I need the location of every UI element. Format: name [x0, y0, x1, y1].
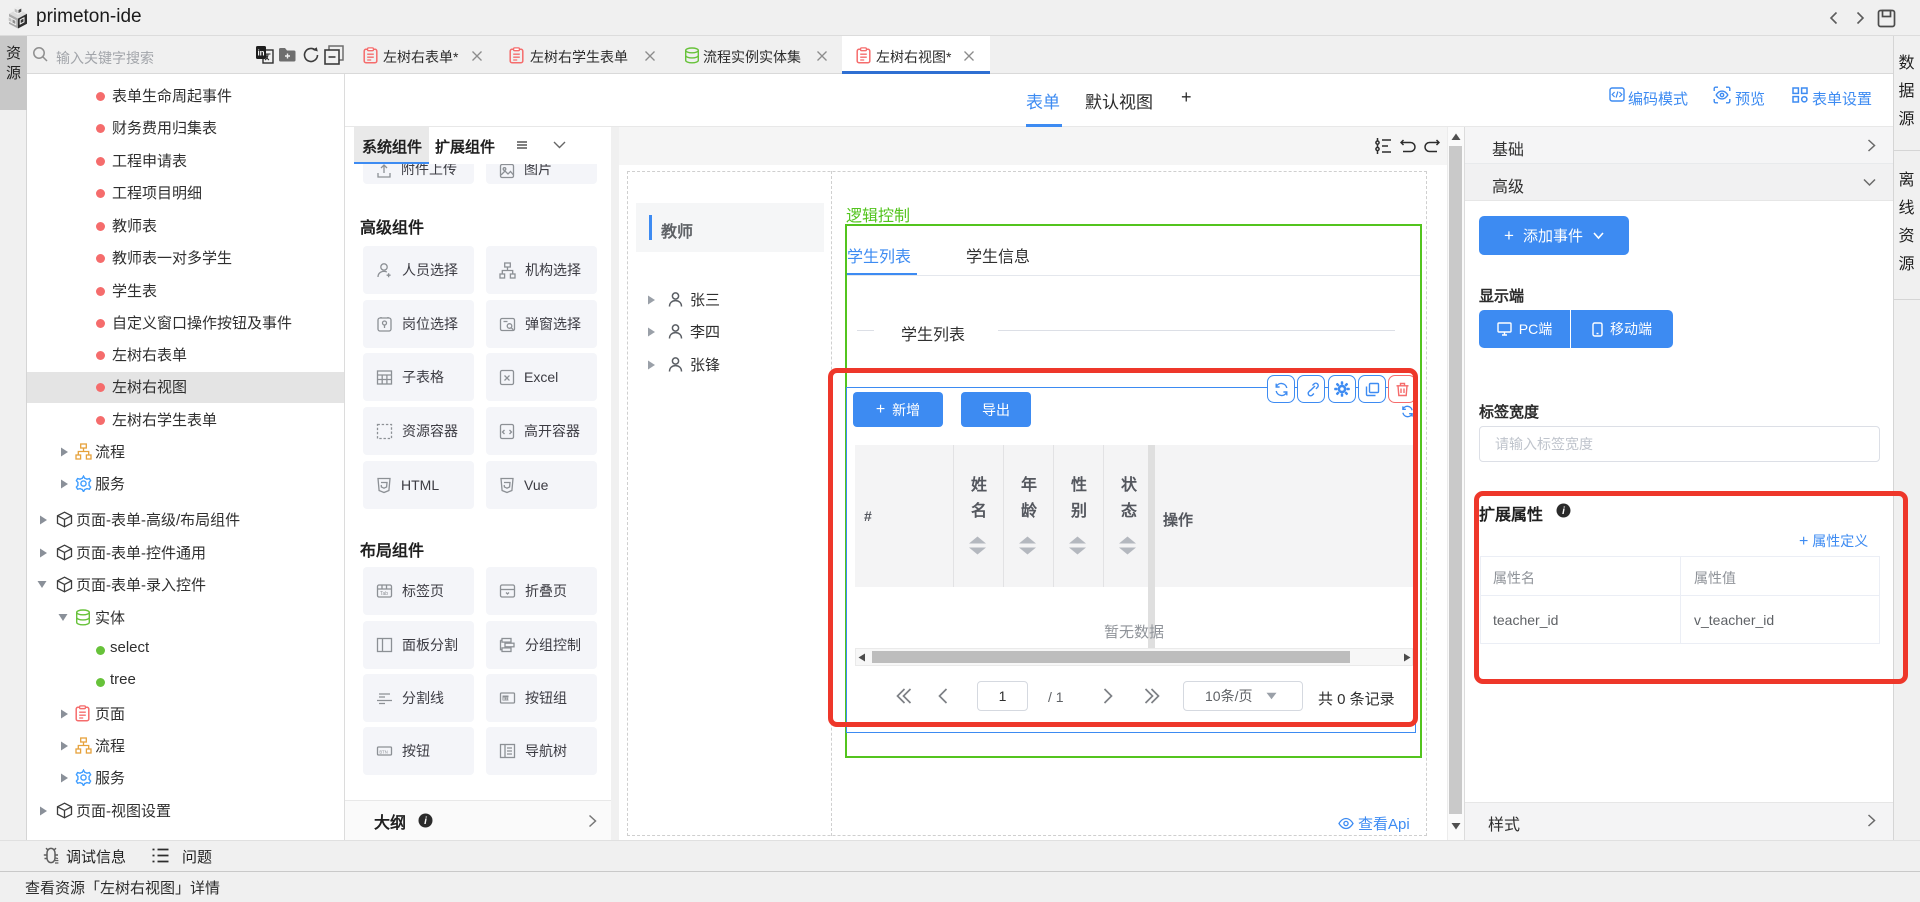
svg-text:i: i — [424, 816, 427, 827]
svg-text:BTN: BTN — [379, 749, 387, 754]
svg-text:BTN: BTN — [503, 697, 511, 701]
svg-text:Tab: Tab — [380, 591, 388, 597]
svg-text:in: in — [257, 49, 264, 58]
